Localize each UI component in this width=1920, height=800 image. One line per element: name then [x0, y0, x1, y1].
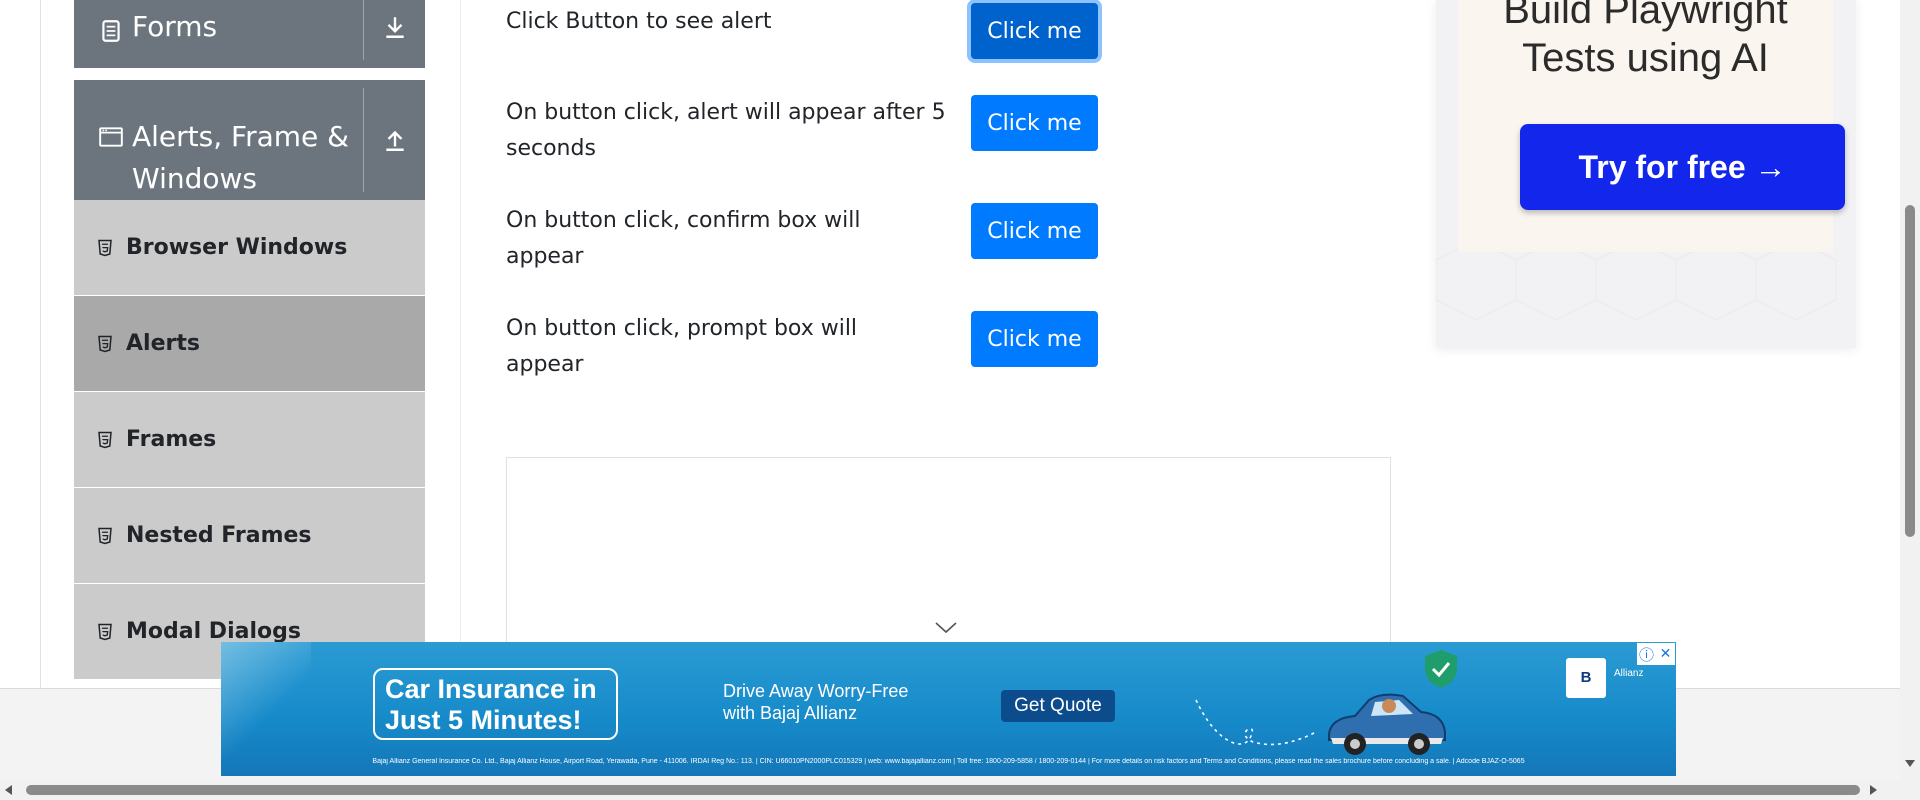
get-quote-button[interactable]: Get Quote	[1001, 690, 1115, 722]
try-for-free-button[interactable]: Try for free →	[1520, 124, 1845, 210]
prompt-row-text: On button click, prompt box will appear	[506, 316, 858, 377]
dotted-path-icon	[1195, 699, 1317, 746]
sidebar-item-label: Modal Dialogs	[126, 619, 301, 644]
sidebar-item-label: Alerts	[126, 331, 200, 356]
upload-arrow-icon	[385, 130, 404, 151]
info-icon[interactable]: ⓘ	[1637, 643, 1656, 665]
window-icon	[99, 127, 123, 147]
group-header-forms[interactable]: Forms	[74, 0, 425, 68]
confirm-row-text: On button click, confirm box will appear	[506, 208, 861, 269]
collapse-toggle[interactable]	[363, 88, 425, 192]
alert-row-text: Click Button to see alert	[506, 9, 772, 34]
timer-alert-button[interactable]: Click me	[971, 95, 1098, 151]
group-label-alerts: Alerts, Frame & Windows	[132, 120, 350, 195]
group-label-forms: Forms	[132, 10, 218, 43]
download-arrow-icon	[385, 17, 404, 38]
sidebar-item-label: Browser Windows	[126, 235, 348, 260]
allianz-logo-text: Allianz	[1614, 668, 1644, 679]
alert-button[interactable]: Click me	[971, 3, 1098, 59]
banner-offer: Car Insurance in Just 5 Minutes!	[373, 668, 618, 740]
right-ad: Build Playwright Tests using AI Try for …	[1436, 0, 1856, 348]
html5-icon	[98, 335, 112, 352]
scroll-right-arrow-icon[interactable]	[1868, 784, 1878, 796]
banner-ad[interactable]: Car Insurance in Just 5 Minutes! Drive A…	[221, 642, 1676, 776]
close-icon[interactable]: ✕	[1656, 643, 1675, 665]
document-icon	[102, 20, 120, 42]
car-icon	[1328, 693, 1446, 755]
group-header-alerts[interactable]: Alerts, Frame & Windows	[74, 80, 425, 200]
bajaj-logo: B	[1566, 658, 1606, 698]
html5-icon	[98, 623, 112, 640]
banner-fine-print: Bajaj Allianz General Insurance Co. Ltd.…	[372, 758, 1525, 765]
page: Forms Alerts, Frame & Windows Browser Wi…	[0, 0, 1920, 800]
sidebar-item-alerts[interactable]: Alerts	[74, 296, 425, 392]
sidebar-item-frames[interactable]: Frames	[74, 392, 425, 488]
sidebar-item-label: Nested Frames	[126, 523, 312, 548]
scrollbar-thumb[interactable]	[1905, 205, 1915, 537]
horizontal-scrollbar[interactable]	[0, 780, 1920, 800]
prompt-button[interactable]: Click me	[971, 311, 1098, 367]
scroll-down-arrow-icon[interactable]	[1904, 758, 1916, 768]
html5-icon	[98, 431, 112, 448]
ad-choices: ⓘ ✕	[1637, 643, 1675, 665]
group-title: Alerts, Frame & Windows	[74, 80, 363, 200]
scrollbar-thumb[interactable]	[26, 785, 1860, 795]
expand-toggle[interactable]	[363, 0, 425, 60]
scroll-left-arrow-icon[interactable]	[4, 784, 14, 796]
group-title: Forms	[74, 0, 363, 68]
confirm-button[interactable]: Click me	[971, 203, 1098, 259]
banner-streak	[221, 642, 311, 776]
menu-list: Browser Windows Alerts Frames Nested Fra…	[74, 200, 425, 680]
shield-check-icon	[1425, 650, 1457, 688]
left-divider	[40, 0, 41, 688]
html5-icon	[98, 239, 112, 256]
chevron-down-icon[interactable]	[934, 620, 958, 636]
ad-headline: Build Playwright Tests using AI	[1503, 0, 1788, 80]
sidebar-item-nested-frames[interactable]: Nested Frames	[74, 488, 425, 584]
banner-tagline: Drive Away Worry-Free with Bajaj Allianz	[723, 681, 909, 723]
html5-icon	[98, 527, 112, 544]
sidebar-item-label: Frames	[126, 427, 217, 452]
vertical-scrollbar[interactable]	[1900, 0, 1920, 780]
main-divider	[460, 0, 461, 688]
timer-alert-row-text: On button click, alert will appear after…	[506, 100, 946, 161]
sidebar-item-browser-windows[interactable]: Browser Windows	[74, 200, 425, 296]
